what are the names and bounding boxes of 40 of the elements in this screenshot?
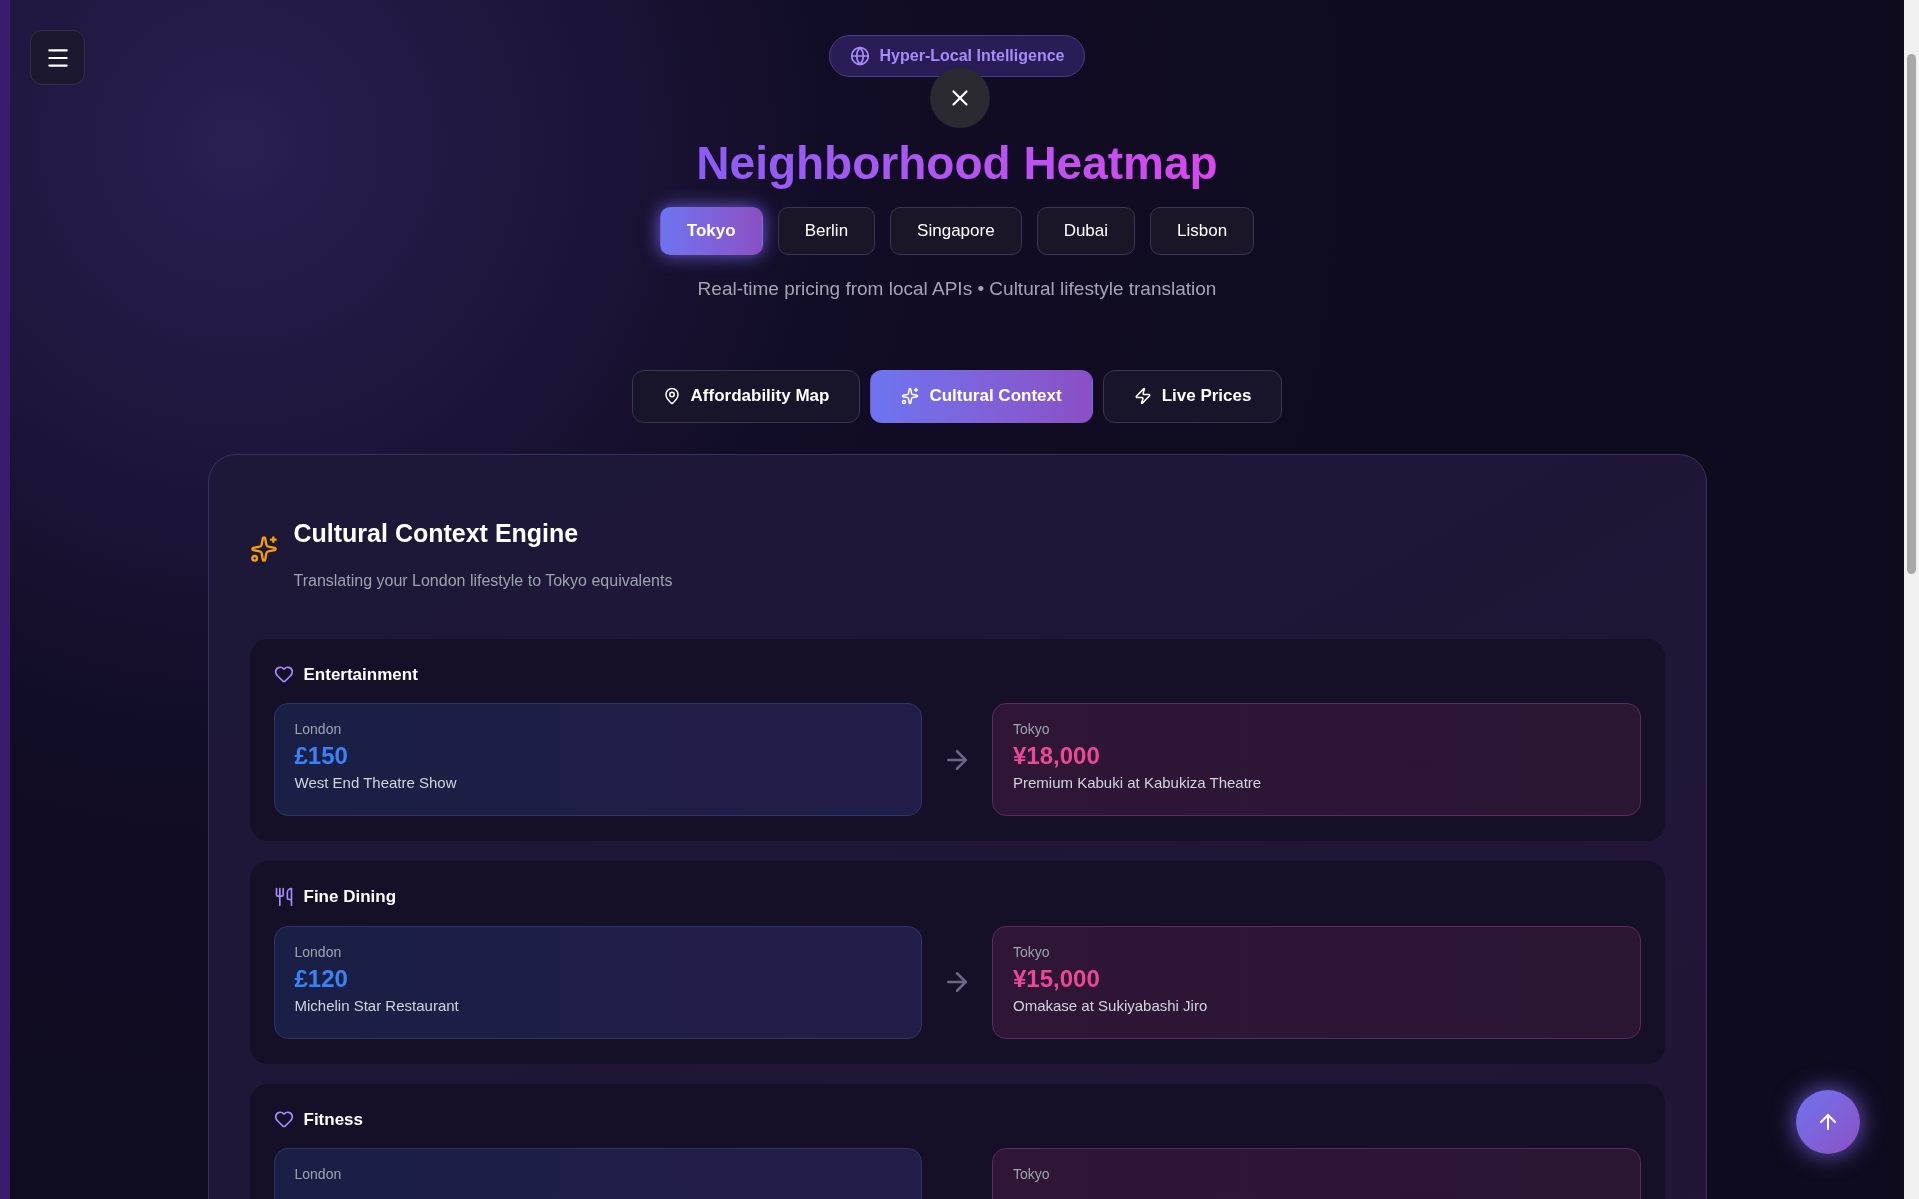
city-tab[interactable]: Dubai <box>1036 207 1136 255</box>
city-tab[interactable]: Singapore <box>890 207 1022 255</box>
view-tab[interactable]: Cultural Context <box>870 369 1093 423</box>
heart-icon <box>273 1109 294 1130</box>
fork-knife-icon <box>273 886 294 907</box>
item-name: Premium Kabuki at Kabukiza Theatre <box>1013 773 1263 793</box>
scroll-top-button[interactable] <box>1796 1090 1860 1154</box>
city-label: London <box>294 942 343 962</box>
price: £150 <box>294 741 349 771</box>
city-tab[interactable]: Lisbon <box>1150 207 1255 255</box>
item-name: Omakase at Sukiyabashi Jiro <box>1013 995 1209 1016</box>
city-tab[interactable]: Tokyo <box>659 207 763 255</box>
globe-icon <box>849 46 870 66</box>
city-label: London <box>294 720 343 739</box>
city-label: London <box>294 1165 343 1184</box>
item-name: West End Theatre Show <box>294 773 458 793</box>
price: ¥15,000 <box>1013 963 1101 994</box>
lightning-icon <box>1133 387 1152 405</box>
view-tab[interactable]: Live Prices <box>1102 369 1283 423</box>
item-name: Michelin Star Restaurant <box>294 995 460 1016</box>
map-pin-icon <box>662 387 681 405</box>
city-label: Tokyo <box>1013 1165 1051 1184</box>
sparkles-icon <box>901 387 920 405</box>
category-name: Fine Dining <box>303 886 397 908</box>
category-name: Entertainment <box>303 663 418 686</box>
city-label: Tokyo <box>1013 942 1051 962</box>
price: £120 <box>294 963 349 994</box>
panel-title: Cultural Context Engine <box>293 517 580 549</box>
view-tab[interactable]: Affordability Map <box>631 369 861 423</box>
menu-button[interactable] <box>30 30 85 85</box>
city-tab[interactable]: Berlin <box>777 207 876 255</box>
city-label: Tokyo <box>1013 720 1051 739</box>
price: ¥18,000 <box>1013 741 1101 771</box>
subtitle: Real-time pricing from local APIs • Cultural lifestyle translation <box>697 277 1217 301</box>
category-name: Fitness <box>303 1108 364 1131</box>
heart-icon <box>273 664 294 685</box>
scrollbar[interactable] <box>1904 0 1919 1199</box>
badge-text: Hyper-Local Intelligence <box>879 46 1065 66</box>
panel-description: Translating your London lifestyle to Tokyo equivalents <box>293 570 673 591</box>
sparkles-icon <box>249 534 278 563</box>
